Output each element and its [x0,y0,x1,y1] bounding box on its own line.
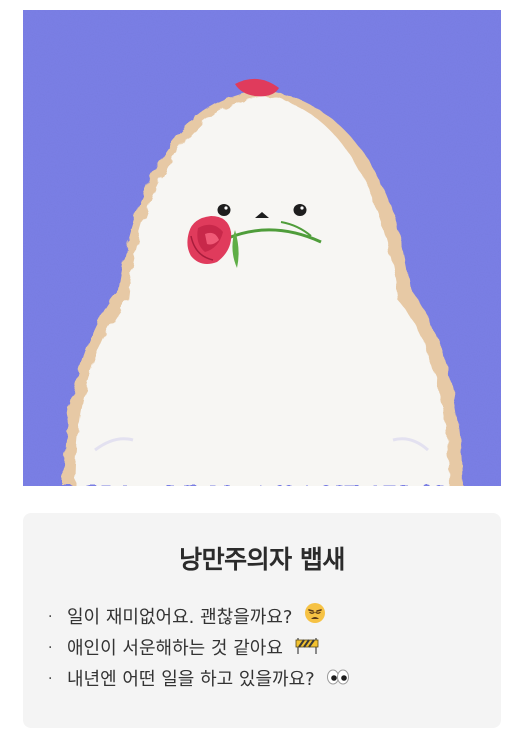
list-item: · 애인이 서운해하는 것 같아요 [47,633,350,664]
list-item-text: 애인이 서운해하는 것 같아요 [67,638,283,659]
bullet: · [48,609,53,625]
info-card: 낭만주의자 뱁새 · 일이 재미없어요. 괜찮을까요? · 애인이 서운해하는 … [23,513,501,728]
weary-face-icon [304,602,326,634]
list-item-text: 내년엔 어떤 일을 하고 있을까요? [67,669,315,690]
eye-left [217,204,231,216]
bullet: · [48,671,53,687]
question-list: · 일이 재미없어요. 괜찮을까요? · 애인이 서운해하는 것 같아요 · 내… [47,602,350,695]
list-item: · 일이 재미없어요. 괜찮을까요? [47,602,350,633]
construction-barrier-icon [295,634,319,665]
bullet: · [48,640,53,656]
eye-right [293,204,307,216]
list-item-text: 일이 재미없어요. 괜찮을까요? [67,607,293,628]
list-item: · 내년엔 어떤 일을 하고 있을까요? [47,664,350,695]
page: 낭만주의자 뱁새 · 일이 재미없어요. 괜찮을까요? · 애인이 서운해하는 … [0,0,517,746]
illustration-bird-with-rose [23,10,501,486]
eyes-icon [326,665,350,696]
card-title: 낭만주의자 뱁새 [179,545,345,574]
